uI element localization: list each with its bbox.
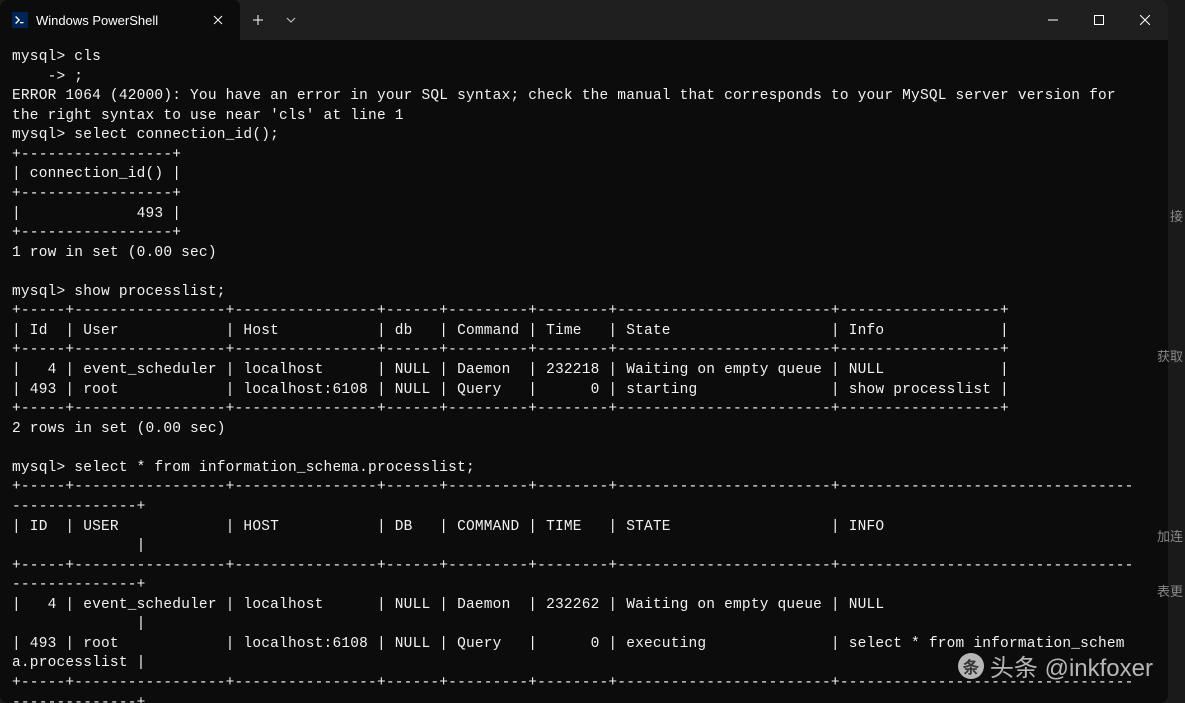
maximize-button[interactable] <box>1076 0 1122 40</box>
minimize-button[interactable] <box>1030 0 1076 40</box>
bg-fragment: 获取 <box>1157 346 1183 365</box>
window-controls <box>1030 0 1168 40</box>
titlebar: Windows PowerShell <box>0 0 1168 40</box>
titlebar-drag-area[interactable] <box>306 0 1030 40</box>
powershell-icon <box>12 12 28 28</box>
close-button[interactable] <box>1122 0 1168 40</box>
bg-fragment: 接 <box>1170 206 1183 225</box>
terminal-output[interactable]: mysql> cls -> ; ERROR 1064 (42000): You … <box>0 40 1168 703</box>
tab-close-button[interactable] <box>208 10 228 30</box>
bg-fragment: 表更 <box>1157 581 1183 600</box>
tab-dropdown-button[interactable] <box>276 0 306 40</box>
tab-title: Windows PowerShell <box>36 13 200 28</box>
new-tab-button[interactable] <box>240 0 276 40</box>
active-tab[interactable]: Windows PowerShell <box>0 0 240 40</box>
bg-fragment: 加连 <box>1157 526 1183 545</box>
terminal-window: Windows PowerShell mysql> cls -> ; ERROR… <box>0 0 1168 703</box>
